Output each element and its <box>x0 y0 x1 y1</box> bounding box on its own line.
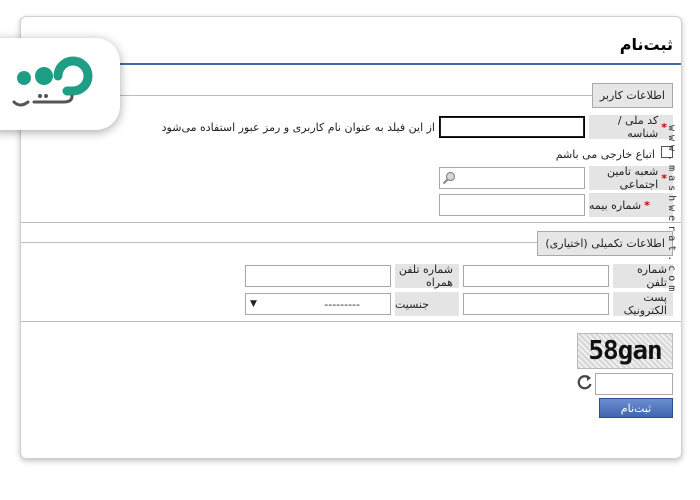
insurance-number-label-text: شماره بیمه <box>589 198 642 212</box>
search-icon[interactable] <box>442 171 456 185</box>
mobile-input[interactable] <box>245 265 391 287</box>
email-input[interactable] <box>463 293 609 315</box>
gender-label: جنسیت <box>395 292 459 316</box>
brand-logo <box>0 38 120 130</box>
mobile-label: شماره تلفن همراه <box>395 263 459 289</box>
national-id-label: * کد ملی / شناسه <box>589 114 673 140</box>
insurance-branch-input[interactable] <box>439 167 585 189</box>
section-extra-heading: اطلاعات تکمیلی (اختیاری) <box>537 231 673 256</box>
site-watermark: www.mashwerat.com <box>666 125 677 296</box>
page-title: ثبت‌نام <box>619 35 673 54</box>
national-id-label-text: کد ملی / شناسه <box>617 114 659 140</box>
form-end-divider <box>21 321 681 322</box>
phone-label: شماره تلفن <box>613 263 673 289</box>
captcha-image: 58gan <box>577 333 673 369</box>
section-extra-divider <box>21 242 611 243</box>
required-marker: * <box>644 198 650 212</box>
national-id-input[interactable] <box>439 116 585 138</box>
national-id-hint: از این فیلد به عنوان نام کاربری و رمز عب… <box>161 121 435 134</box>
insurance-branch-label: * شعبه تامین اجتماعی <box>589 165 673 191</box>
register-button[interactable]: ثبت‌نام <box>599 398 673 418</box>
email-label: پست الکترونیک <box>613 291 673 317</box>
section-divider <box>21 222 681 223</box>
insurance-number-label: * شماره بیمه <box>589 193 673 217</box>
phone-input[interactable] <box>463 265 609 287</box>
foreign-national-label: اتباع خارجی می باشم <box>555 148 655 161</box>
chevron-down-icon: ▼ <box>250 299 257 309</box>
logo-icon <box>12 56 93 107</box>
title-divider <box>21 63 681 65</box>
gender-selected-value: --------- <box>324 297 360 311</box>
refresh-icon[interactable] <box>577 374 593 390</box>
captcha-text: 58gan <box>588 336 662 366</box>
insurance-branch-label-text: شعبه تامین اجتماعی <box>606 165 659 191</box>
insurance-number-input[interactable] <box>439 194 585 216</box>
gender-select[interactable]: ▼ --------- <box>245 293 391 315</box>
section-user-heading: اطلاعات کاربر <box>591 83 673 108</box>
captcha-input[interactable] <box>595 373 673 395</box>
